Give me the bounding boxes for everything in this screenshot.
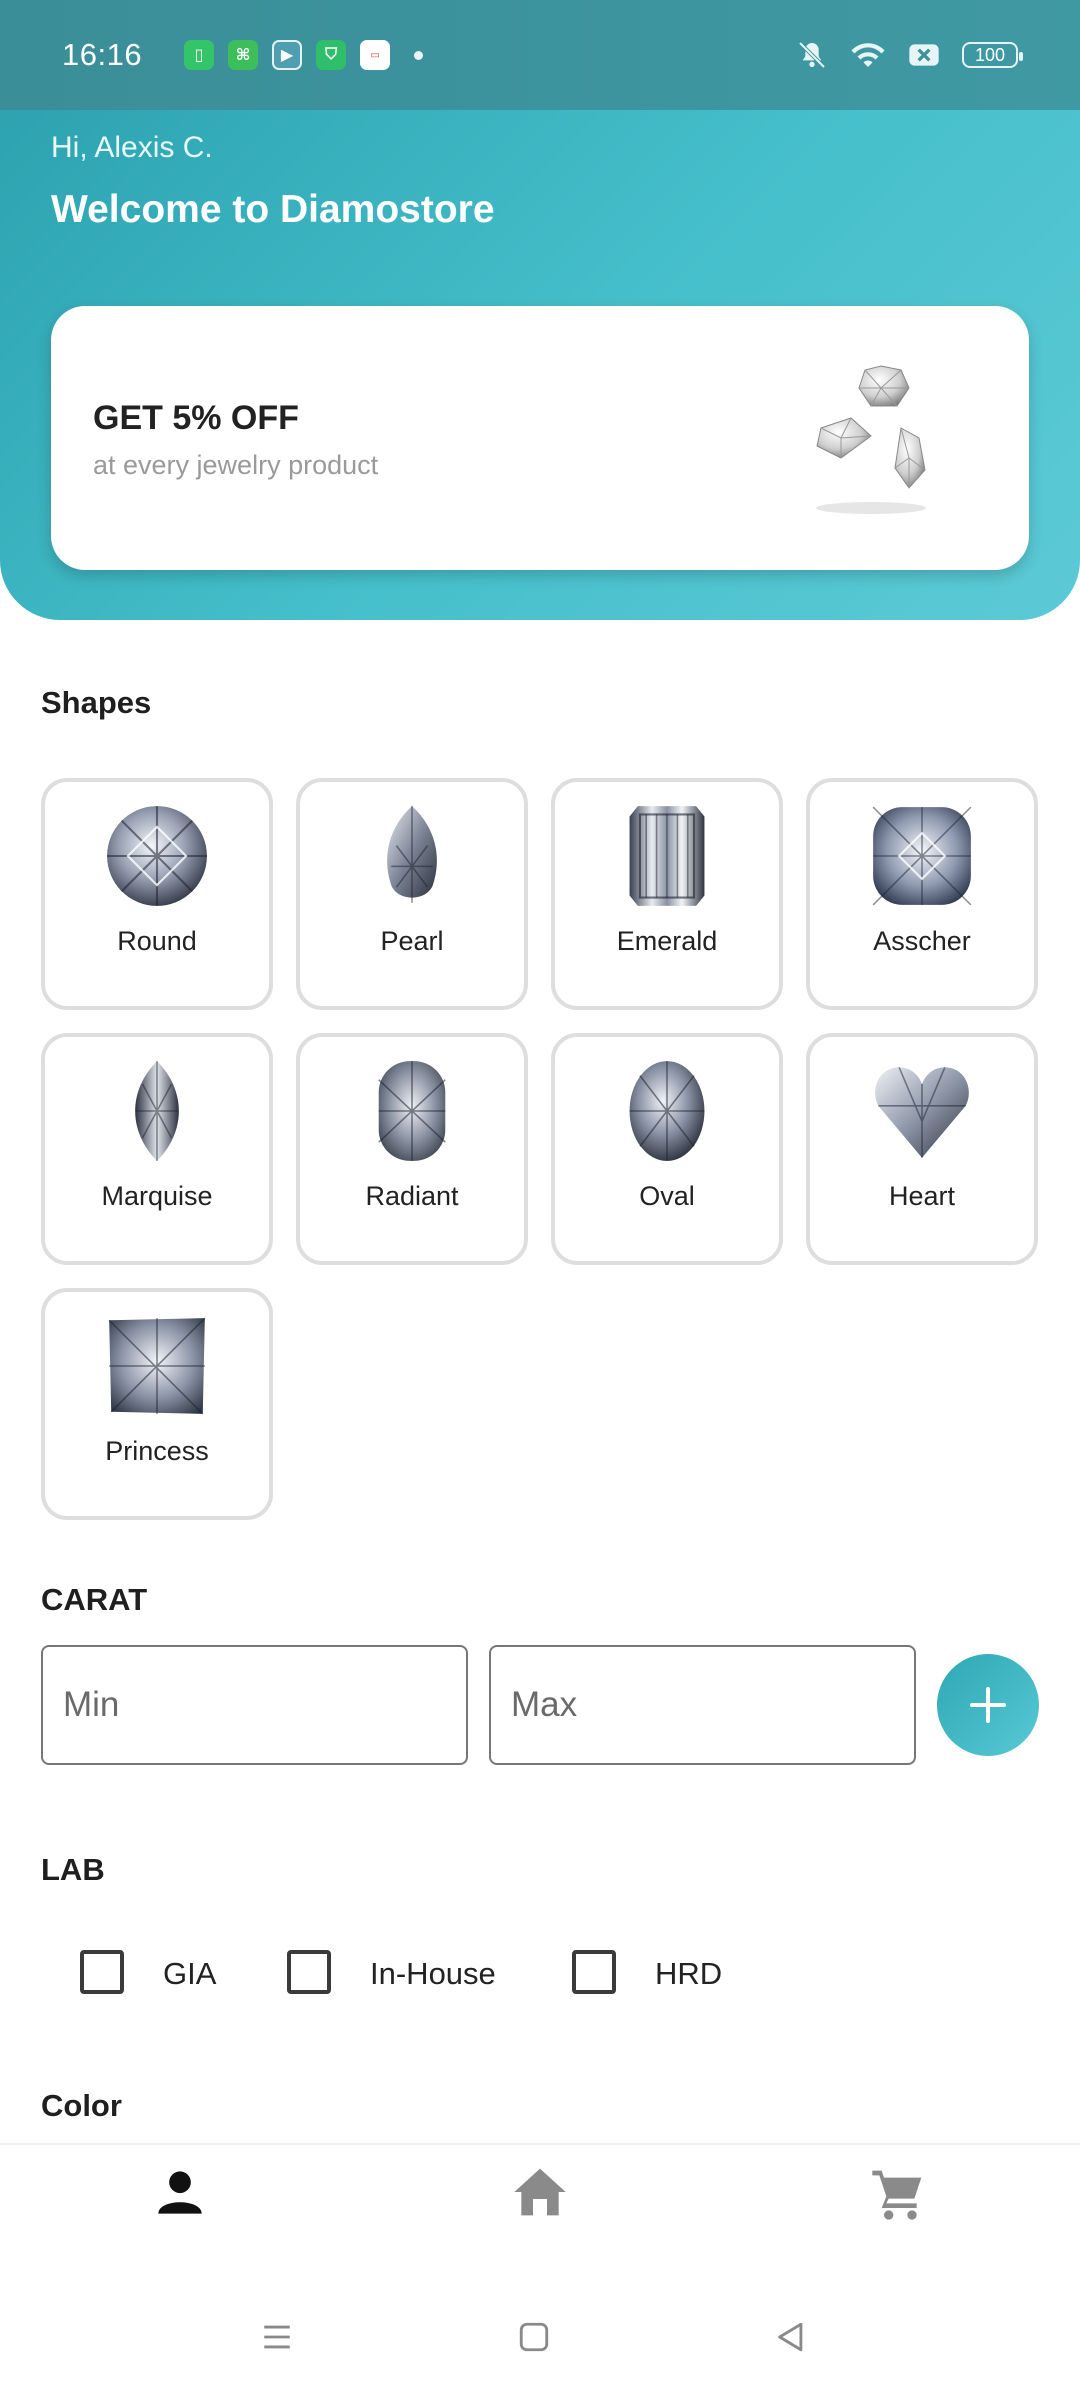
shape-label-heart: Heart <box>888 1181 956 1211</box>
system-status-icons: 100 <box>796 39 1023 71</box>
princess-diamond-icon <box>108 1317 206 1415</box>
shape-card-heart[interactable]: Heart <box>806 1033 1038 1265</box>
shield-icon: ⛉ <box>316 40 347 70</box>
lab-hrd-checkbox[interactable] <box>572 1950 616 1994</box>
marquise-diamond-icon <box>135 1061 179 1161</box>
carat-min-field[interactable] <box>41 1645 468 1765</box>
status-time: 16:16 <box>62 37 143 72</box>
app-tile-icon: ▭ <box>360 40 391 70</box>
more-notifications-dot <box>414 50 424 60</box>
lab-gia-checkbox[interactable] <box>80 1950 124 1994</box>
back-triangle-icon[interactable] <box>774 2320 808 2354</box>
shape-card-round[interactable]: Round <box>41 778 273 1010</box>
greeting-text: Hi, Alexis C. <box>51 131 213 164</box>
shape-label-radiant: Radiant <box>365 1181 459 1211</box>
shape-label-pearl: Pearl <box>380 926 444 956</box>
home-square-icon[interactable] <box>517 2320 551 2354</box>
oval-diamond-icon <box>629 1061 705 1161</box>
carat-max-input[interactable] <box>511 1685 914 1725</box>
lab-inhouse-label[interactable]: In-House <box>370 1956 496 1992</box>
shape-card-pearl[interactable]: Pearl <box>296 778 528 1010</box>
shape-label-emerald: Emerald <box>616 926 718 956</box>
battery-level: 100 <box>974 44 1006 65</box>
promo-card[interactable]: GET 5% OFF at every jewelry product <box>51 306 1029 570</box>
welcome-title: Welcome to Diamostore <box>51 188 495 231</box>
shape-card-emerald[interactable]: Emerald <box>551 778 783 1010</box>
heart-diamond-icon <box>875 1067 969 1158</box>
lab-options: GIA In-House HRD <box>0 1950 1080 2000</box>
plus-icon <box>970 1687 1006 1723</box>
status-bar: 16:16 ▯ ⌘ ▶ ⛉ ▭ 100 <box>0 0 1080 110</box>
shape-card-asscher[interactable]: Asscher <box>806 778 1038 1010</box>
promo-title: GET 5% OFF <box>93 399 299 437</box>
carat-min-input[interactable] <box>63 1685 466 1725</box>
shape-label-round: Round <box>117 926 197 956</box>
lab-title: LAB <box>41 1852 105 1887</box>
carat-title: CARAT <box>41 1582 148 1617</box>
home-icon[interactable] <box>512 2166 568 2218</box>
shape-label-oval: Oval <box>639 1181 695 1211</box>
youtube-icon: ▶ <box>272 40 303 70</box>
radiant-diamond-icon <box>378 1061 446 1161</box>
asscher-diamond-icon <box>872 806 972 906</box>
mute-icon <box>798 41 826 69</box>
color-title: Color <box>41 2088 122 2123</box>
shape-label-princess: Princess <box>105 1436 209 1466</box>
lab-inhouse-checkbox[interactable] <box>287 1950 331 1994</box>
round-diamond-icon <box>107 806 207 906</box>
wifi-icon <box>851 43 885 67</box>
cart-icon[interactable] <box>870 2166 926 2222</box>
person-icon[interactable] <box>154 2166 206 2218</box>
lab-hrd-label[interactable]: HRD <box>655 1956 722 1992</box>
shape-label-marquise: Marquise <box>101 1181 213 1211</box>
battery-icon: 100 <box>962 42 1023 68</box>
emerald-diamond-icon <box>629 806 705 906</box>
diamonds-image <box>816 365 926 514</box>
sim-off-icon <box>909 44 939 66</box>
add-carat-button[interactable] <box>937 1654 1039 1756</box>
pear-diamond-icon <box>387 806 437 903</box>
lab-gia-label[interactable]: GIA <box>163 1956 216 1992</box>
shape-card-princess[interactable]: Princess <box>41 1288 273 1520</box>
carat-max-field[interactable] <box>489 1645 916 1765</box>
shapes-title: Shapes <box>41 685 152 720</box>
shape-label-asscher: Asscher <box>873 926 971 956</box>
notification-icons: ▯ ⌘ ▶ ⛉ ▭ <box>184 40 424 70</box>
shape-card-radiant[interactable]: Radiant <box>296 1033 528 1265</box>
menu-icon[interactable] <box>260 2320 294 2354</box>
sim-manager-icon: ▯ <box>184 40 215 70</box>
shape-card-oval[interactable]: Oval <box>551 1033 783 1265</box>
promo-subtitle: at every jewelry product <box>93 450 379 480</box>
shape-card-marquise[interactable]: Marquise <box>41 1033 273 1265</box>
app-icon: ⌘ <box>228 40 259 70</box>
